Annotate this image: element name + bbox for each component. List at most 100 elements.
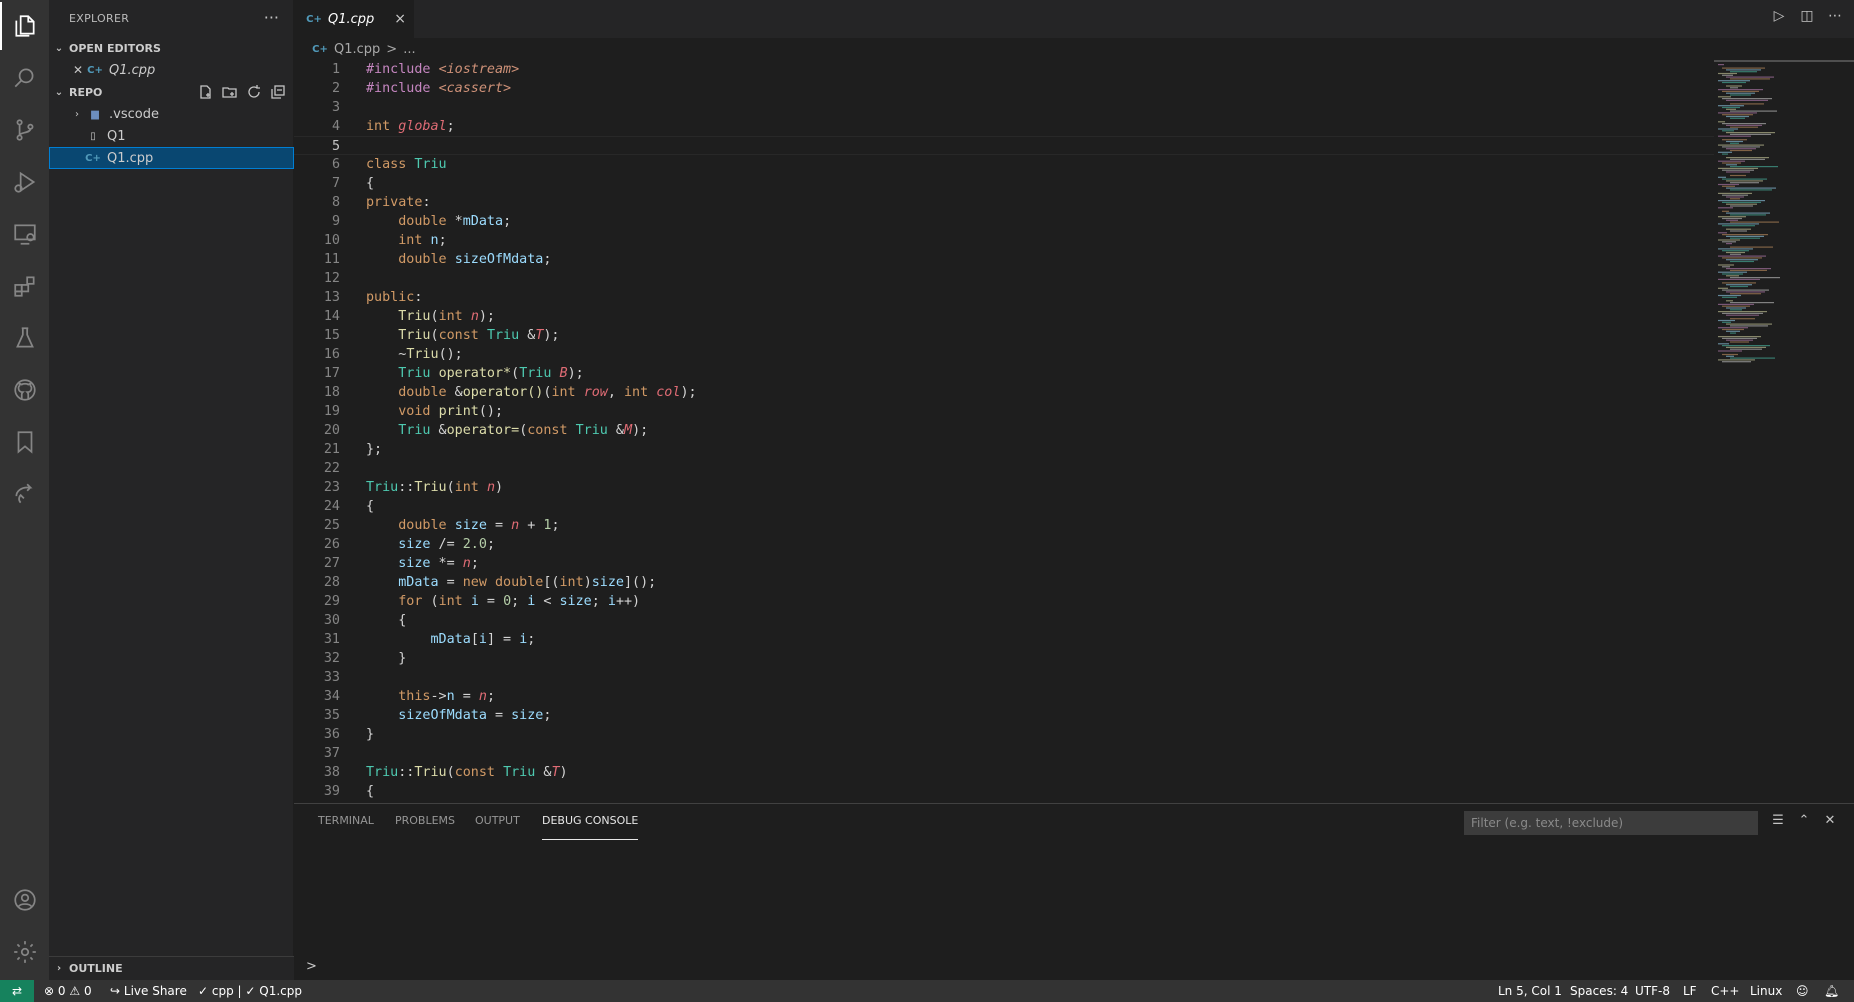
code-line[interactable]: 38 Triu::Triu(const Triu &T) — [294, 763, 1714, 782]
bookmark-icon[interactable] — [0, 418, 49, 466]
search-icon[interactable] — [0, 54, 49, 102]
outline-header[interactable]: › OUTLINE — [49, 956, 294, 980]
code-line[interactable]: 23 Triu::Triu(int n) — [294, 478, 1714, 497]
code-line[interactable]: 3 — [294, 98, 1714, 117]
minimap-line — [1718, 223, 1759, 225]
new-file-icon[interactable] — [198, 84, 216, 100]
close-panel-icon[interactable]: ✕ — [1820, 813, 1840, 833]
new-folder-icon[interactable] — [222, 84, 240, 100]
accounts-icon[interactable] — [0, 876, 49, 924]
code-line[interactable]: 12 — [294, 269, 1714, 288]
code-line[interactable]: 18 double &operator()(int row, int col); — [294, 383, 1714, 402]
tab-debug-console[interactable]: DEBUG CONSOLE — [542, 814, 639, 840]
code-line[interactable]: 15 Triu(const Triu &T); — [294, 326, 1714, 345]
live-share-icon[interactable] — [0, 470, 49, 518]
code-line[interactable]: 24 { — [294, 497, 1714, 516]
code-line[interactable]: 16 ~Triu(); — [294, 345, 1714, 364]
minimap-line — [1726, 187, 1776, 189]
code-line[interactable]: 28 mData = new double[(int)size](); — [294, 573, 1714, 592]
split-editor-icon[interactable]: ◫ — [1798, 8, 1816, 28]
code-line[interactable]: 19 void print(); — [294, 402, 1714, 421]
tab-problems[interactable]: PROBLEMS — [395, 814, 455, 840]
more-actions-icon[interactable]: ⋯ — [1826, 8, 1844, 28]
clear-console-icon[interactable]: ☰ — [1768, 813, 1788, 833]
settings-gear-icon[interactable] — [0, 928, 49, 976]
eol-status[interactable]: LF — [1683, 980, 1697, 1002]
code-line[interactable]: 31 mData[i] = i; — [294, 630, 1714, 649]
minimap[interactable] — [1714, 60, 1854, 803]
code-line[interactable]: 34 this->n = n; — [294, 687, 1714, 706]
minimap-line — [1722, 217, 1742, 220]
code-line[interactable]: 37 — [294, 744, 1714, 763]
code-line[interactable]: 25 double size = n + 1; — [294, 516, 1714, 535]
minimap-line — [1730, 126, 1758, 128]
more-actions-icon[interactable]: ··· — [264, 8, 279, 27]
open-editors-header[interactable]: ⌄ OPEN EDITORS — [49, 37, 294, 59]
code-line[interactable]: 11 double sizeOfMdata; — [294, 250, 1714, 269]
code-line[interactable]: 21}; — [294, 440, 1714, 459]
code-line[interactable]: 14 Triu(int n); — [294, 307, 1714, 326]
code-line[interactable]: 5 — [294, 136, 1714, 155]
run-icon[interactable]: ▷ — [1770, 8, 1788, 28]
tree-item-q1[interactable]: ▯ Q1 — [49, 125, 294, 147]
code-line[interactable]: 4 int global; — [294, 117, 1714, 136]
line-source: double *mData; — [398, 214, 512, 229]
collapse-all-icon[interactable] — [270, 84, 288, 100]
remote-explorer-icon[interactable] — [0, 210, 49, 258]
code-line[interactable]: 6 class Triu — [294, 155, 1714, 174]
tree-item-vscode[interactable]: › ▆ .vscode — [49, 103, 294, 125]
code-line[interactable]: 17 Triu operator*(Triu B); — [294, 364, 1714, 383]
refresh-icon[interactable] — [246, 84, 264, 100]
github-icon[interactable] — [0, 366, 49, 414]
code-line[interactable]: 35 sizeOfMdata = size; — [294, 706, 1714, 725]
code-line[interactable]: 27 size *= n; — [294, 554, 1714, 573]
run-debug-icon[interactable] — [0, 158, 49, 206]
source-control-icon[interactable] — [0, 106, 49, 154]
language-status[interactable]: C++ — [1711, 980, 1740, 1002]
tree-item-q1-cpp[interactable]: C+ Q1.cpp — [49, 147, 294, 169]
tab-q1-cpp[interactable]: C+ Q1.cpp × — [294, 0, 414, 38]
repo-header[interactable]: ⌄ REPO — [49, 81, 294, 103]
problems-status[interactable]: ⊗ 0 ⚠ 0 — [44, 980, 92, 1002]
code-line[interactable]: 32 } — [294, 649, 1714, 668]
code-line[interactable]: 39 { — [294, 782, 1714, 801]
remote-indicator[interactable]: ⇄ — [0, 980, 34, 1002]
code-line[interactable]: 33 — [294, 668, 1714, 687]
filter-input[interactable] — [1464, 811, 1758, 835]
code-line[interactable]: 2 #include <cassert> — [294, 79, 1714, 98]
console-prompt[interactable]: > — [306, 959, 317, 974]
code-line[interactable]: 22 — [294, 459, 1714, 478]
live-share-status[interactable]: ↪ Live Share — [110, 980, 187, 1002]
code-line[interactable]: 36} — [294, 725, 1714, 744]
code-editor[interactable]: 1 #include <iostream> 2 #include <cassert> 3… — [294, 60, 1714, 803]
code-line[interactable]: 29 for (int i = 0; i < size; i++) — [294, 592, 1714, 611]
feedback-icon[interactable]: ☺ — [1796, 980, 1809, 1002]
indentation-status[interactable]: Spaces: 4 — [1570, 980, 1628, 1002]
context-status[interactable]: ✓ cpp | ✓ Q1.cpp — [198, 980, 302, 1002]
code-line[interactable]: 1 #include <iostream> — [294, 60, 1714, 79]
close-icon[interactable]: ✕ — [73, 63, 87, 77]
code-line[interactable]: 8 private: — [294, 193, 1714, 212]
breadcrumb-file[interactable]: Q1.cpp — [334, 42, 380, 57]
extensions-icon[interactable] — [0, 262, 49, 310]
code-line[interactable]: 26 size /= 2.0; — [294, 535, 1714, 554]
code-line[interactable]: 30 { — [294, 611, 1714, 630]
open-editor-item[interactable]: ✕ C+ Q1.cpp — [49, 59, 294, 81]
breadcrumb-rest[interactable]: ... — [403, 42, 415, 57]
close-tab-icon[interactable]: × — [394, 11, 406, 27]
testing-icon[interactable] — [0, 314, 49, 362]
code-line[interactable]: 7{ — [294, 174, 1714, 193]
notifications-bell-icon[interactable]: 🔔︎ — [1824, 980, 1839, 1002]
tab-terminal[interactable]: TERMINAL — [318, 814, 374, 840]
code-line[interactable]: 13 public: — [294, 288, 1714, 307]
encoding-status[interactable]: UTF-8 — [1635, 980, 1670, 1002]
code-line[interactable]: 9 double *mData; — [294, 212, 1714, 231]
cursor-position[interactable]: Ln 5, Col 1 — [1498, 980, 1562, 1002]
maximize-panel-icon[interactable]: ⌃ — [1794, 813, 1814, 833]
platform-status[interactable]: Linux — [1750, 980, 1782, 1002]
minimap-line — [1722, 67, 1765, 69]
code-line[interactable]: 20 Triu &operator=(const Triu &M); — [294, 421, 1714, 440]
tab-output[interactable]: OUTPUT — [475, 814, 520, 840]
code-line[interactable]: 10 int n; — [294, 231, 1714, 250]
explorer-icon[interactable] — [0, 2, 49, 50]
